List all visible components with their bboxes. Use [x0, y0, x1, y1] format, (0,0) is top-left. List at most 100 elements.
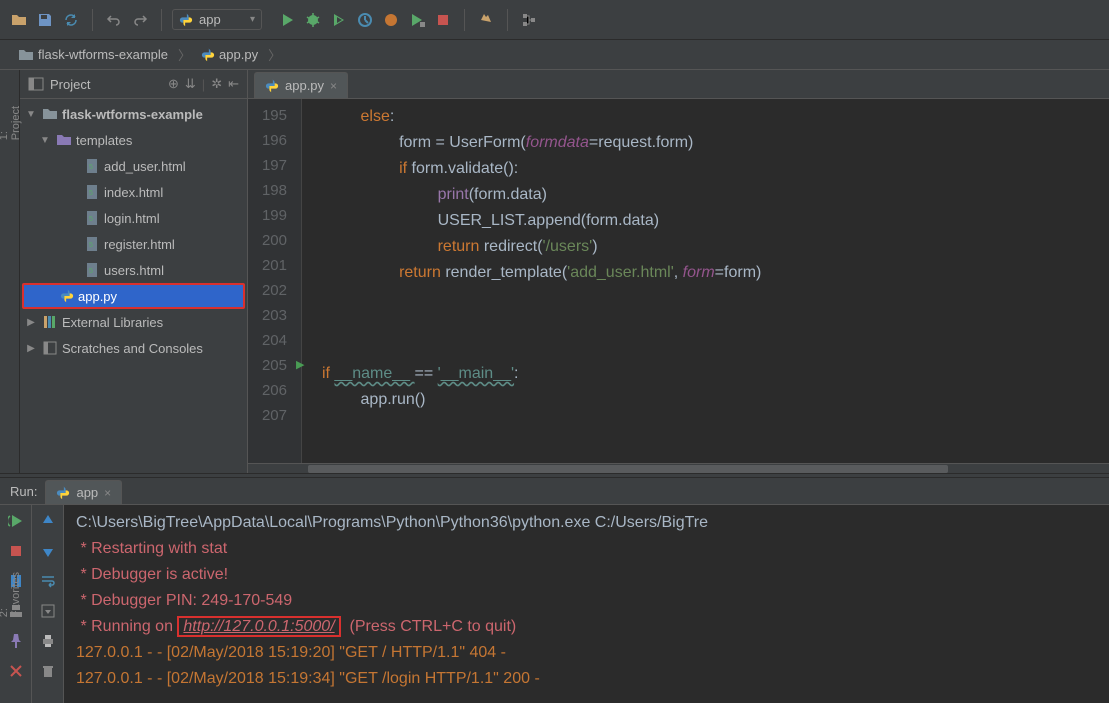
folder-icon [18, 47, 34, 63]
tree-label: External Libraries [62, 315, 163, 330]
undo-icon[interactable] [103, 9, 125, 31]
tree-root[interactable]: ▼ flask-wtforms-example [20, 101, 247, 127]
save-icon[interactable] [34, 9, 56, 31]
svg-text:5: 5 [89, 190, 93, 197]
python-icon [56, 486, 70, 500]
tree-file-app[interactable]: app.py [22, 283, 245, 309]
settings-icon[interactable]: ✲ [211, 76, 222, 92]
crumb-file[interactable]: app.py [195, 45, 264, 64]
arrow-right-icon: ▶ [24, 317, 38, 328]
tab-favorites[interactable]: 2: Favorites [0, 566, 24, 623]
run-gutter-icon[interactable]: ▶ [296, 353, 304, 378]
soft-wrap-icon[interactable] [38, 571, 58, 591]
editor-tabs: app.py × [248, 70, 1109, 99]
main-toolbar: app [0, 0, 1109, 40]
tree-file[interactable]: 5 index.html [20, 179, 247, 205]
target-icon[interactable]: ⊕ [168, 76, 179, 92]
scratches-icon [42, 340, 58, 356]
python-icon [179, 13, 193, 27]
run-config-label: app [199, 12, 221, 27]
crumb-project-label: flask-wtforms-example [38, 47, 168, 62]
close-icon[interactable]: × [104, 486, 111, 500]
collapse-all-icon[interactable]: ⇊ [185, 76, 196, 92]
run-tab-label: app [76, 485, 98, 500]
arrow-right-icon: ▶ [24, 343, 38, 354]
tree-file[interactable]: 5login.html [20, 205, 247, 231]
run-header: Run: app × [0, 478, 1109, 505]
tree-label: index.html [104, 185, 163, 200]
tree-label: add_user.html [104, 159, 186, 174]
breadcrumb-sep-icon: 〉 [178, 45, 191, 64]
html-file-icon: 5 [84, 184, 100, 200]
html-file-icon: 5 [84, 210, 100, 226]
code-area[interactable]: else: form = UserForm(formdata=request.f… [302, 99, 1109, 463]
structure-icon[interactable] [518, 9, 540, 31]
editor-hscrollbar[interactable] [248, 463, 1109, 473]
scroll-up-icon[interactable] [38, 511, 58, 531]
run-tab-app[interactable]: app × [45, 480, 122, 504]
tree-scratches[interactable]: ▶ Scratches and Consoles [20, 335, 247, 361]
tree-external-libs[interactable]: ▶ External Libraries [20, 309, 247, 335]
left-gutter: 1: Project 2: Favorites [0, 70, 20, 473]
stop-icon[interactable] [432, 9, 454, 31]
html-file-icon: 5 [84, 262, 100, 278]
crumb-project[interactable]: flask-wtforms-example [12, 45, 174, 65]
folder-icon [56, 132, 72, 148]
tab-project[interactable]: 1: Project [0, 100, 24, 146]
project-panel: Project ⊕ ⇊ | ✲ ⇤ ▼ flask-wtforms-exampl… [20, 70, 248, 473]
tree-file[interactable]: 5users.html [20, 257, 247, 283]
run-icon[interactable] [276, 9, 298, 31]
run-panel: Run: app × C:\Users\BigTree\AppData\Loca… [0, 478, 1109, 703]
console-output[interactable]: C:\Users\BigTree\AppData\Local\Programs\… [64, 505, 1109, 703]
python-icon [265, 79, 279, 93]
tree-file[interactable]: 5register.html [20, 231, 247, 257]
concurrency-icon[interactable] [380, 9, 402, 31]
trash-icon[interactable] [38, 661, 58, 681]
run-tool-column-right [32, 505, 64, 703]
tree-label: Scratches and Consoles [62, 341, 203, 356]
line-gutter: 195196197198199200201202203204205206207 … [248, 99, 302, 463]
folder-icon [42, 106, 58, 122]
project-title: Project [50, 77, 90, 92]
vcs-icon[interactable] [475, 9, 497, 31]
profile-icon[interactable] [354, 9, 376, 31]
close-run-icon[interactable] [6, 661, 26, 681]
breadcrumb: flask-wtforms-example 〉 app.py 〉 [0, 40, 1109, 70]
project-view-icon [28, 76, 44, 92]
project-tree: ▼ flask-wtforms-example ▼ templates 5 add… [20, 99, 247, 473]
redo-icon[interactable] [129, 9, 151, 31]
run-label: Run: [10, 484, 37, 504]
coverage-icon[interactable] [328, 9, 350, 31]
print-icon[interactable] [38, 631, 58, 651]
close-icon[interactable]: × [330, 79, 337, 93]
scroll-to-end-icon[interactable] [38, 601, 58, 621]
editor-tab-app[interactable]: app.py × [254, 72, 348, 98]
tree-label: app.py [78, 289, 117, 304]
hide-icon[interactable]: ⇤ [228, 76, 239, 92]
editor-panel: app.py × 1951961971981992002012022032042… [248, 70, 1109, 473]
pin-icon[interactable] [6, 631, 26, 651]
open-file-icon[interactable] [8, 9, 30, 31]
svg-text:5: 5 [89, 164, 93, 171]
arrow-down-icon: ▼ [38, 135, 52, 146]
crumb-file-label: app.py [219, 47, 258, 62]
debug-icon[interactable] [302, 9, 324, 31]
tree-folder-templates[interactable]: ▼ templates [20, 127, 247, 153]
sync-icon[interactable] [60, 9, 82, 31]
python-icon [60, 289, 74, 303]
tree-file[interactable]: 5 add_user.html [20, 153, 247, 179]
breadcrumb-sep-icon: 〉 [268, 45, 281, 64]
scroll-down-icon[interactable] [38, 541, 58, 561]
code-editor[interactable]: 195196197198199200201202203204205206207 … [248, 99, 1109, 463]
editor-tab-label: app.py [285, 78, 324, 93]
project-header: Project ⊕ ⇊ | ✲ ⇤ [20, 70, 247, 99]
attach-icon[interactable] [406, 9, 428, 31]
run-config-selector[interactable]: app [172, 9, 262, 30]
rerun-icon[interactable] [6, 511, 26, 531]
stop-run-icon[interactable] [6, 541, 26, 561]
python-icon [201, 48, 215, 62]
server-url-link[interactable]: http://127.0.0.1:5000/ [177, 616, 340, 637]
svg-text:5: 5 [89, 216, 93, 223]
html-file-icon: 5 [84, 158, 100, 174]
svg-text:5: 5 [89, 242, 93, 249]
